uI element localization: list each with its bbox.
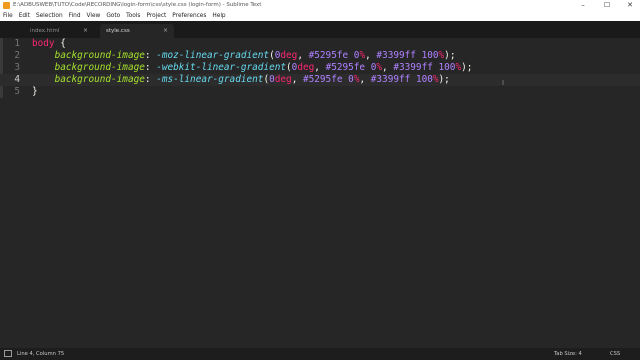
tab-label: index.html	[30, 28, 60, 34]
code-line[interactable]: 2 background-image: -moz-linear-gradient…	[0, 50, 640, 62]
code-token: 100	[421, 50, 439, 61]
code-token: deg	[280, 50, 298, 61]
code-token: :	[144, 62, 157, 73]
code-token: -webkit-linear-gradient	[156, 62, 287, 73]
menu-selection[interactable]: Selection	[33, 11, 66, 21]
tab-index-html[interactable]: index.html ×	[24, 24, 94, 38]
line-number: 4	[14, 74, 20, 85]
line-number: 2	[14, 50, 20, 61]
code-token: #5295fe	[302, 74, 343, 85]
menu-project[interactable]: Project	[143, 11, 169, 21]
minimize-icon[interactable]: –	[573, 0, 593, 11]
code-token: body	[32, 38, 55, 49]
code-token: :	[144, 74, 157, 85]
code-token: #5295fe	[308, 50, 349, 61]
code-token: );	[461, 62, 473, 73]
code-token: ,	[297, 50, 309, 61]
code-text: body {	[32, 38, 66, 50]
code-token: }	[32, 86, 38, 97]
menu-find[interactable]: Find	[66, 11, 84, 21]
code-token: :	[144, 50, 157, 61]
tab-close-icon[interactable]: ×	[163, 24, 168, 38]
code-token: background-image	[54, 62, 145, 73]
tab-bar: index.html × style.css ×	[0, 21, 640, 38]
menu-help[interactable]: Help	[209, 11, 228, 21]
panel-toggle-icon[interactable]	[4, 350, 12, 357]
code-token: #3399ff	[376, 50, 416, 61]
menu-view[interactable]: View	[84, 11, 104, 21]
line-number: 5	[14, 86, 20, 97]
window-title: E:\ADBUSWEB\TUTO\Code\RECORDING\login-fo…	[13, 2, 262, 8]
code-token: -ms-linear-gradient	[156, 74, 264, 85]
tab-close-icon[interactable]: ×	[83, 24, 88, 38]
syntax-mode[interactable]: CSS	[610, 348, 620, 360]
menu-preferences[interactable]: Preferences	[169, 11, 209, 21]
code-token: ,	[382, 62, 394, 73]
menu-file[interactable]: File	[0, 11, 16, 21]
code-token: deg	[297, 62, 315, 73]
code-token: );	[444, 50, 456, 61]
code-token: -moz-linear-gradient	[156, 50, 270, 61]
code-line[interactable]: 3 background-image: -webkit-linear-gradi…	[0, 62, 640, 74]
code-text: }	[32, 86, 38, 98]
code-text: background-image: -ms-linear-gradient(0d…	[32, 74, 450, 86]
menu-tools[interactable]: Tools	[123, 11, 143, 21]
code-editor[interactable]: 1 body {2 background-image: -moz-linear-g…	[0, 38, 640, 348]
code-token: #5295fe	[325, 62, 366, 73]
code-token: deg	[274, 74, 292, 85]
code-token: background-image	[54, 74, 145, 85]
code-text: background-image: -moz-linear-gradient(0…	[32, 50, 456, 62]
menu-edit[interactable]: Edit	[16, 11, 33, 21]
code-token: 100	[415, 74, 433, 85]
maximize-icon[interactable]: ☐	[597, 0, 617, 11]
code-token: ,	[314, 62, 326, 73]
code-token: {	[54, 38, 66, 49]
code-token: #3399ff	[393, 62, 433, 73]
code-token: background-image	[54, 50, 145, 61]
mouse-cursor-icon: I	[502, 79, 505, 87]
tab-label: style.css	[106, 28, 130, 34]
code-token: ,	[365, 50, 377, 61]
menu-goto[interactable]: Goto	[103, 11, 123, 21]
cursor-position: Line 4, Column 75	[17, 351, 65, 357]
tab-style-css[interactable]: style.css ×	[100, 24, 174, 38]
status-bar: Line 4, Column 75 Tab Size: 4 CSS	[0, 348, 640, 360]
close-icon[interactable]: ✕	[620, 0, 640, 11]
sublime-app-icon	[3, 2, 10, 9]
code-token: #3399ff	[370, 74, 411, 85]
line-number: 1	[14, 38, 20, 49]
code-token: ,	[359, 74, 371, 85]
code-line[interactable]: 1 body {	[0, 38, 640, 50]
code-token: );	[438, 74, 450, 85]
code-token: ,	[291, 74, 303, 85]
code-token: 100	[438, 62, 456, 73]
title-bar: E:\ADBUSWEB\TUTO\Code\RECORDING\login-fo…	[0, 0, 640, 11]
status-position-wrap: Line 4, Column 75	[4, 348, 64, 360]
code-line[interactable]: 5}	[0, 86, 640, 98]
code-text: background-image: -webkit-linear-gradien…	[32, 62, 473, 74]
tab-size[interactable]: Tab Size: 4	[554, 348, 582, 360]
code-line[interactable]: 4 background-image: -ms-linear-gradient(…	[0, 74, 640, 86]
line-number: 3	[14, 62, 20, 73]
